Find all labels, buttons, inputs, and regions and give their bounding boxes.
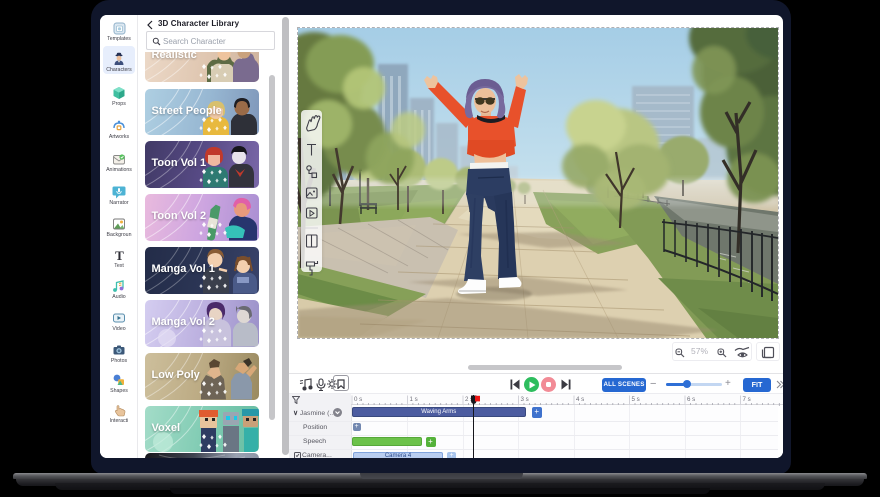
svg-text:7 s: 7 s [743, 396, 751, 403]
svg-text:6 s: 6 s [687, 396, 695, 403]
svg-text:3 s: 3 s [521, 396, 529, 403]
svg-text:1 s: 1 s [410, 396, 418, 403]
svg-text:5 s: 5 s [632, 396, 640, 403]
svg-text:4 s: 4 s [576, 396, 584, 403]
svg-text:0 s: 0 s [354, 396, 362, 403]
svg-text:T: T [115, 249, 124, 262]
